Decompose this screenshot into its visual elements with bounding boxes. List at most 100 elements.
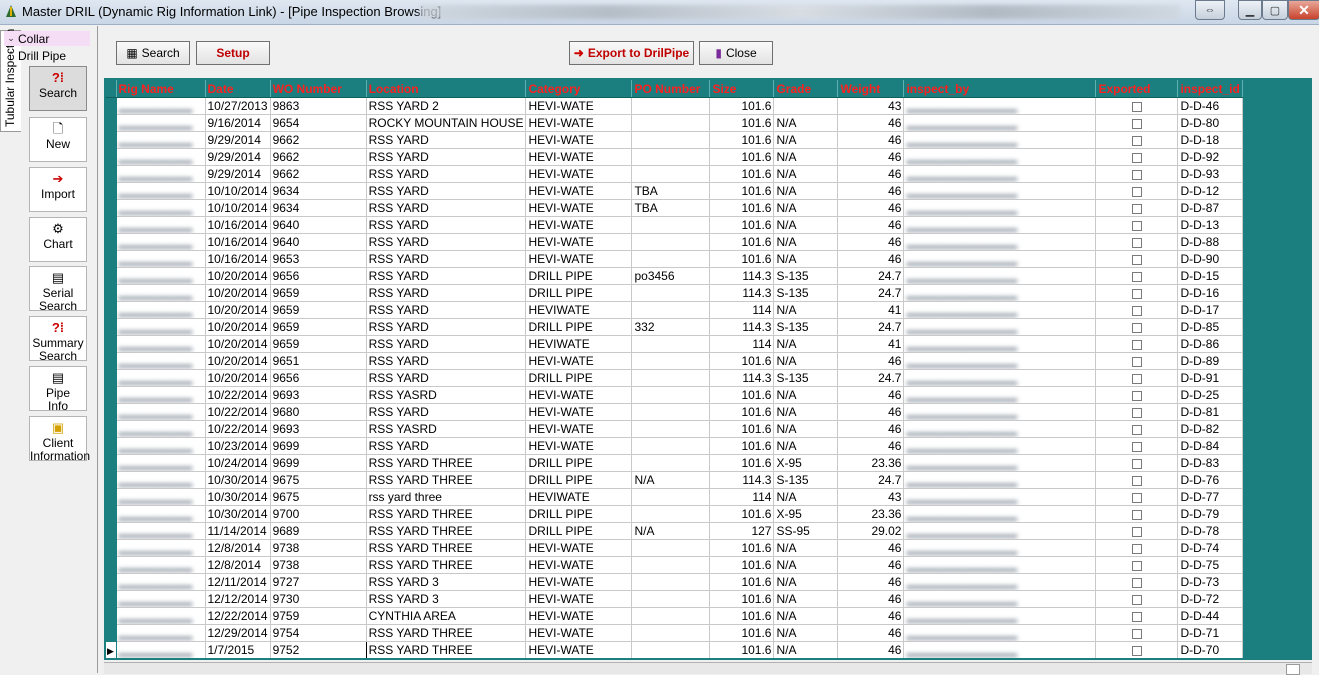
cell-weight[interactable]: 46	[837, 403, 905, 421]
cell-size[interactable]: 101.6	[709, 641, 775, 658]
cell-inspect-id[interactable]: D-D-93	[1177, 165, 1243, 183]
cell-weight[interactable]: 46	[837, 233, 905, 251]
cell-grade[interactable]: X-95	[773, 454, 839, 472]
cell-grade[interactable]: N/A	[773, 607, 839, 625]
cell-inspect-by-redacted[interactable]: ▂▂▂▂▂▂▂▂▂▂▂▂	[903, 590, 1097, 608]
cell-rig-name-redacted[interactable]: ▂▂▂▂▂▂▂▂	[116, 318, 206, 336]
cell-location[interactable]: RSS YARD 3	[366, 573, 527, 591]
cell-location[interactable]: RSS YASRD	[366, 420, 527, 438]
cell-date[interactable]: 9/16/2014	[205, 114, 271, 132]
close-button[interactable]: ▮ Close	[699, 41, 773, 65]
cell-weight[interactable]: 41	[837, 301, 905, 319]
column-header-category[interactable]: Category	[525, 80, 633, 98]
cell-size[interactable]: 101.6	[709, 403, 775, 421]
cell-weight[interactable]: 24.7	[837, 318, 905, 336]
cell-category[interactable]: HEVI-WATE	[525, 539, 633, 557]
cell-inspect-by-redacted[interactable]: ▂▂▂▂▂▂▂▂▂▂▂▂	[903, 335, 1097, 353]
cell-po-number[interactable]	[631, 539, 711, 557]
cell-location[interactable]: RSS YARD	[366, 437, 527, 455]
cell-inspect-by-redacted[interactable]: ▂▂▂▂▂▂▂▂▂▂▂▂	[903, 148, 1097, 166]
cell-weight[interactable]: 46	[837, 607, 905, 625]
table-row[interactable]: ▂▂▂▂▂▂▂▂ 10/30/2014 9675 rss yard three HEVI…	[106, 488, 1243, 506]
cell-date[interactable]: 10/20/2014	[205, 335, 271, 353]
cell-po-number[interactable]	[631, 386, 711, 404]
cell-rig-name-redacted[interactable]: ▂▂▂▂▂▂▂▂	[116, 556, 206, 574]
table-row[interactable]: ▂▂▂▂▂▂▂▂ 10/20/2014 9659 RSS YARD HEVIWATE 11…	[106, 335, 1243, 353]
cell-exported[interactable]	[1095, 233, 1179, 251]
cell-location[interactable]: RSS YARD	[366, 250, 527, 268]
cell-inspect-id[interactable]: D-D-92	[1177, 148, 1243, 166]
table-row[interactable]: ▂▂▂▂▂▂▂▂ 9/29/2014 9662 RSS YARD HEVI-WATE 10…	[106, 165, 1243, 183]
column-header-date[interactable]: Date	[205, 80, 271, 98]
table-row[interactable]: ▂▂▂▂▂▂▂▂ 10/30/2014 9700 RSS YARD THREE DRIL…	[106, 505, 1243, 523]
cell-po-number[interactable]	[631, 420, 711, 438]
cell-inspect-id[interactable]: D-D-80	[1177, 114, 1243, 132]
cell-inspect-id[interactable]: D-D-91	[1177, 369, 1243, 387]
exported-checkbox[interactable]	[1131, 271, 1142, 282]
cell-location[interactable]: RSS YARD 2	[366, 97, 527, 115]
cell-inspect-id[interactable]: D-D-88	[1177, 233, 1243, 251]
cell-inspect-by-redacted[interactable]: ▂▂▂▂▂▂▂▂▂▂▂▂	[903, 182, 1097, 200]
cell-inspect-id[interactable]: D-D-73	[1177, 573, 1243, 591]
exported-checkbox[interactable]	[1131, 356, 1142, 367]
exported-checkbox[interactable]	[1131, 118, 1142, 129]
cell-inspect-by-redacted[interactable]: ▂▂▂▂▂▂▂▂▂▂▂▂	[903, 301, 1097, 319]
cell-date[interactable]: 10/16/2014	[205, 233, 271, 251]
cell-size[interactable]: 114	[709, 335, 775, 353]
cell-po-number[interactable]	[631, 165, 711, 183]
cell-rig-name-redacted[interactable]: ▂▂▂▂▂▂▂▂	[116, 114, 206, 132]
table-row[interactable]: ▂▂▂▂▂▂▂▂ 10/22/2014 9693 RSS YASRD HEVI-WATE…	[106, 386, 1243, 404]
table-row[interactable]: ▂▂▂▂▂▂▂▂ 12/11/2014 9727 RSS YARD 3 HEVI-WAT…	[106, 573, 1243, 591]
cell-wo-number[interactable]: 9654	[270, 114, 367, 132]
column-header-rig-name[interactable]: Rig Name	[116, 80, 206, 98]
row-selector[interactable]	[106, 573, 117, 591]
row-selector[interactable]	[106, 335, 117, 353]
sidebar-item-search[interactable]: ?⁞ Search	[29, 66, 87, 111]
cell-category[interactable]: HEVI-WATE	[525, 641, 633, 658]
cell-grade[interactable]: N/A	[773, 573, 839, 591]
cell-weight[interactable]: 46	[837, 437, 905, 455]
exported-checkbox[interactable]	[1131, 458, 1142, 469]
cell-inspect-id[interactable]: D-D-83	[1177, 454, 1243, 472]
row-selector[interactable]	[106, 165, 117, 183]
cell-exported[interactable]	[1095, 216, 1179, 234]
cell-wo-number[interactable]: 9675	[270, 488, 367, 506]
cell-inspect-id[interactable]: D-D-13	[1177, 216, 1243, 234]
cell-po-number[interactable]	[631, 505, 711, 523]
cell-po-number[interactable]	[631, 148, 711, 166]
cell-date[interactable]: 10/20/2014	[205, 301, 271, 319]
cell-exported[interactable]	[1095, 97, 1179, 115]
cell-exported[interactable]	[1095, 182, 1179, 200]
cell-exported[interactable]	[1095, 522, 1179, 540]
cell-date[interactable]: 10/20/2014	[205, 284, 271, 302]
cell-wo-number[interactable]: 9662	[270, 165, 367, 183]
cell-category[interactable]: HEVI-WATE	[525, 97, 633, 115]
cell-exported[interactable]	[1095, 437, 1179, 455]
cell-grade[interactable]: N/A	[773, 403, 839, 421]
cell-exported[interactable]	[1095, 403, 1179, 421]
cell-weight[interactable]: 46	[837, 148, 905, 166]
cell-size[interactable]: 114.3	[709, 318, 775, 336]
cell-size[interactable]: 101.6	[709, 233, 775, 251]
cell-category[interactable]: HEVI-WATE	[525, 131, 633, 149]
cell-grade[interactable]: N/A	[773, 182, 839, 200]
cell-inspect-id[interactable]: D-D-78	[1177, 522, 1243, 540]
cell-wo-number[interactable]: 9754	[270, 624, 367, 642]
sidebar-item-pipe-info[interactable]: ▤ Pipe Info	[29, 366, 87, 413]
cell-rig-name-redacted[interactable]: ▂▂▂▂▂▂▂▂	[116, 522, 206, 540]
cell-size[interactable]: 101.6	[709, 607, 775, 625]
cell-inspect-by-redacted[interactable]: ▂▂▂▂▂▂▂▂▂▂▂▂	[903, 250, 1097, 268]
table-row[interactable]: ▂▂▂▂▂▂▂▂ 10/16/2014 9640 RSS YARD HEVI-WATE 1…	[106, 233, 1243, 251]
table-row[interactable]: ▂▂▂▂▂▂▂▂ 10/24/2014 9699 RSS YARD THREE DRIL…	[106, 454, 1243, 472]
cell-weight[interactable]: 24.7	[837, 284, 905, 302]
cell-wo-number[interactable]: 9738	[270, 539, 367, 557]
table-row[interactable]: ▂▂▂▂▂▂▂▂ 10/23/2014 9699 RSS YARD HEVI-WATE 1…	[106, 437, 1243, 455]
cell-size[interactable]: 101.6	[709, 556, 775, 574]
cell-wo-number[interactable]: 9640	[270, 233, 367, 251]
cell-wo-number[interactable]: 9680	[270, 403, 367, 421]
cell-rig-name-redacted[interactable]: ▂▂▂▂▂▂▂▂	[116, 250, 206, 268]
cell-weight[interactable]: 46	[837, 352, 905, 370]
cell-po-number[interactable]	[631, 624, 711, 642]
cell-wo-number[interactable]: 9656	[270, 267, 367, 285]
table-row[interactable]: ▂▂▂▂▂▂▂▂ 9/29/2014 9662 RSS YARD HEVI-WATE 10…	[106, 131, 1243, 149]
